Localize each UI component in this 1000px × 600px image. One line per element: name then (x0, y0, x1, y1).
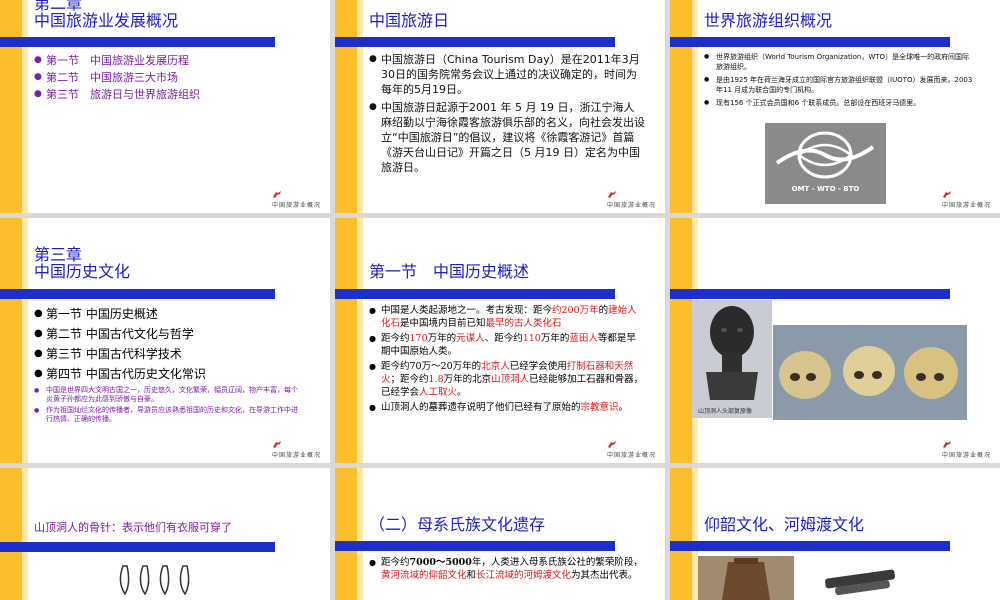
slide-stripe (0, 468, 22, 600)
list-item: 现有156 个正式会员国和6 个联系成员。总部设在西班牙马德里。 (704, 98, 974, 108)
list-item: 是由1925 年在荷兰海牙成立的国际官方旅游组织联盟（IUOTO）发展而来。20… (704, 75, 974, 95)
list-item: 中国是人类起源地之一。考古发现：距今约200万年的建始人化石是中国境内目前已知最… (369, 304, 645, 330)
list-item: 山顶洞人的墓葬遗存说明了他们已经有了原始的宗教意识。 (369, 401, 645, 414)
title-underline-bar (335, 37, 615, 47)
slide-stripe (335, 468, 357, 600)
slide-title: 中国旅游业发展概况 (34, 11, 179, 30)
list-item: 第二节 中国旅游三大市场 (34, 69, 314, 86)
list-item: 中国旅游日起源于2001 年 5 月 19 日，浙江宁海人麻绍勤以宁海徐霞客旅游… (369, 100, 645, 175)
photo-caption: 山顶洞人头部复原像 (698, 408, 753, 415)
list-item: 第二节 中国古代文化与哲学 (34, 324, 304, 344)
slide-stripe (335, 218, 357, 463)
pottery-photo (698, 556, 794, 600)
skulls-photo (773, 325, 967, 420)
content-list: 中国是人类起源地之一。考古发现：距今约200万年的建始人化石是中国境内目前已知最… (369, 304, 645, 416)
slide-thumbnail-5[interactable]: 第一节 中国历史概述 中国是人类起源地之一。考古发现：距今约200万年的建始人化… (335, 218, 665, 463)
bone-needles-icon (119, 565, 190, 596)
slide-stripe (670, 0, 692, 213)
skulls-icon (779, 346, 958, 399)
slide-title: 第一节 中国历史概述 (369, 262, 530, 281)
wto-logo-text: OMT - WTO - BTO (791, 185, 860, 193)
content-list: 距今约7000～5000年，人类进入母系氏族公社的繁荣阶段，黄河流域的仰韶文化和… (369, 556, 645, 582)
title-underline-bar (670, 289, 950, 299)
list-item: 世界旅游组织（World Tourism Organization，WTO）是全… (704, 52, 974, 72)
skull-bust-icon (706, 306, 758, 400)
title-underline-bar (0, 289, 275, 299)
content-list: 世界旅游组织（World Tourism Organization，WTO）是全… (704, 52, 974, 111)
content-list: 中国旅游日（China Tourism Day）是在2011年3月30日的国务院… (369, 52, 645, 178)
artifact-photo (805, 560, 915, 600)
slide-thumbnail-9[interactable]: 仰韶文化、河姆渡文化 (670, 468, 1000, 600)
list-item: 第三节 旅游日与世界旅游组织 (34, 86, 314, 103)
list-item: 距今约7000～5000年，人类进入母系氏族公社的繁荣阶段，黄河流域的仰韶文化和… (369, 556, 645, 582)
slide-thumbnail-2[interactable]: 中国旅游日 中国旅游日（China Tourism Day）是在2011年3月3… (335, 0, 665, 213)
list-item: 距今约170万年的元谋人、距今约110万年的蓝田人等都是早期中国原始人类。 (369, 332, 645, 358)
slide-title: 中国旅游日 (369, 11, 450, 30)
list-item: 距今约70万～20万年的北京人已经学会使用打制石器和天然火；距今约1.8万年的北… (369, 360, 645, 399)
slide-footer: 中国旅游业概况 (942, 191, 994, 209)
footer-text: 中国旅游业概况 (607, 202, 657, 209)
slide-stripe-light (357, 218, 363, 463)
slide-title: （二）母系氏族文化遗存 (369, 515, 546, 534)
horse-logo-icon (943, 191, 951, 198)
note-item: 作为祖国灿烂文化的传播者，导游员应该熟悉祖国的历史和文化，在导游工作中进行热情、… (34, 406, 304, 424)
horse-logo-icon (273, 441, 281, 448)
title-underline-bar (335, 541, 615, 551)
list-item: 第一节 中国历史概述 (34, 304, 304, 324)
slide-stripe (0, 0, 22, 213)
slide-stripe (670, 468, 692, 600)
slide-title: 中国历史文化 (34, 262, 131, 281)
list-item: 第一节 中国旅游业发展历程 (34, 52, 314, 69)
title-underline-bar (0, 542, 275, 552)
slide-stripe-light (357, 468, 363, 600)
horse-logo-icon (273, 191, 281, 198)
slide-thumbnail-8[interactable]: （二）母系氏族文化遗存 距今约7000～5000年，人类进入母系氏族公社的繁荣阶… (335, 468, 665, 600)
title-underline-bar (670, 541, 950, 551)
slide-footer: 中国旅游业概况 (942, 441, 994, 459)
horse-logo-icon (943, 441, 951, 448)
horse-logo-icon (608, 441, 616, 448)
slide-stripe (335, 0, 357, 213)
slide-thumbnail-6[interactable]: 山顶洞人头部复原像 中国旅游业概况 (670, 218, 1000, 463)
slide-footer: 中国旅游业概况 (272, 441, 324, 459)
toc-list: 第一节 中国旅游业发展历程 第二节 中国旅游三大市场 第三节 旅游日与世界旅游组… (34, 52, 314, 103)
slide-stripe (0, 218, 22, 463)
title-underline-bar (670, 37, 950, 47)
toc-list: 第一节 中国历史概述 第二节 中国古代文化与哲学 第三节 中国古代科学技术 第四… (34, 304, 304, 424)
bust-photo: 山顶洞人头部复原像 (692, 300, 772, 418)
slide-footer: 中国旅游业概况 (272, 191, 324, 209)
artifact-icon (825, 569, 895, 596)
list-item: 第四节 中国古代历史文化常识 (34, 364, 304, 384)
wto-globe-icon (775, 131, 875, 179)
footer-text: 中国旅游业概况 (272, 452, 322, 459)
footer-text: 中国旅游业概况 (942, 202, 992, 209)
slide-title: 山顶洞人的骨针：表示他们有衣服可穿了 (34, 521, 232, 534)
slide-footer: 中国旅游业概况 (607, 191, 659, 209)
slide-footer: 中国旅游业概况 (607, 441, 659, 459)
slide-thumbnail-7[interactable]: 山顶洞人的骨针：表示他们有衣服可穿了 (0, 468, 330, 600)
slide-thumbnail-4[interactable]: 第三章 中国历史文化 第一节 中国历史概述 第二节 中国古代文化与哲学 第三节 … (0, 218, 330, 463)
pottery-icon (722, 558, 770, 600)
slide-stripe-light (357, 0, 363, 213)
slide-thumbnail-1[interactable]: 第二章 中国旅游业发展概况 第一节 中国旅游业发展历程 第二节 中国旅游三大市场… (0, 0, 330, 213)
note-item: 中国是世界四大文明古国之一，历史悠久，文化繁荣，幅员辽阔，物产丰富，每个炎黄子孙… (34, 386, 304, 404)
slide-title: 世界旅游组织概况 (704, 11, 833, 30)
slide-title: 仰韶文化、河姆渡文化 (704, 515, 865, 534)
footer-text: 中国旅游业概况 (607, 452, 657, 459)
slide-stripe-light (692, 0, 698, 213)
title-underline-bar (0, 37, 275, 47)
footer-text: 中国旅游业概况 (272, 202, 322, 209)
slide-stripe (670, 218, 692, 463)
title-underline-bar (335, 289, 615, 299)
footer-text: 中国旅游业概况 (942, 452, 992, 459)
slide-thumbnail-3[interactable]: 世界旅游组织概况 世界旅游组织（World Tourism Organizati… (670, 0, 1000, 213)
wto-logo-image: OMT - WTO - BTO (765, 123, 886, 204)
slide-stripe-light (22, 468, 28, 600)
slide-stripe-light (22, 218, 28, 463)
list-item: 第三节 中国古代科学技术 (34, 344, 304, 364)
horse-logo-icon (608, 191, 616, 198)
list-item: 中国旅游日（China Tourism Day）是在2011年3月30日的国务院… (369, 52, 645, 97)
slide-stripe-light (22, 0, 28, 213)
